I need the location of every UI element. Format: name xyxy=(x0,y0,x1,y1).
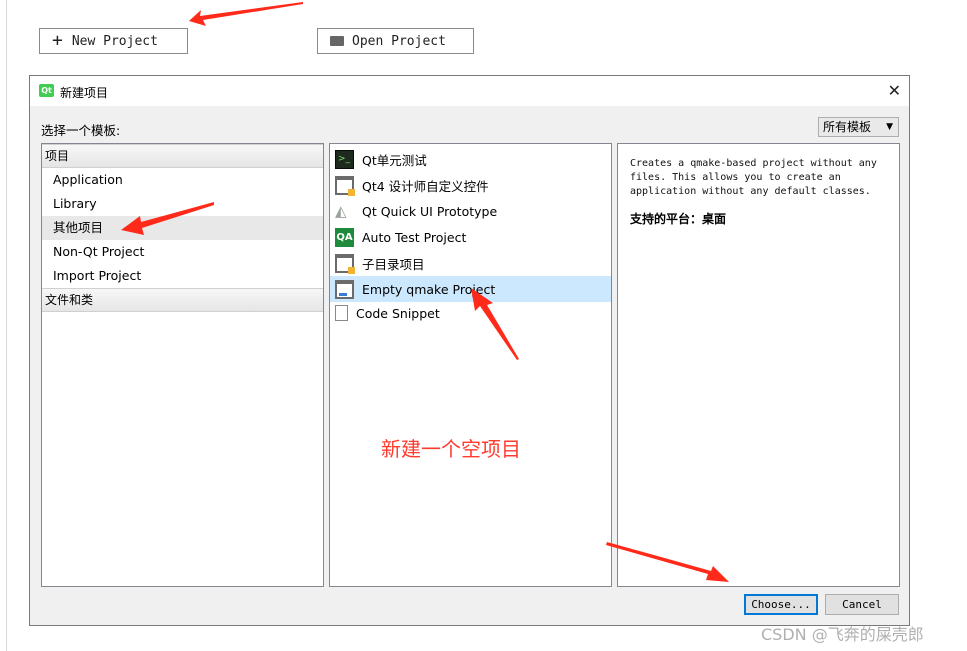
annotation-text: 新建一个空项目 xyxy=(381,437,521,461)
platforms-label: 支持的平台 xyxy=(630,212,691,226)
template-label: Auto Test Project xyxy=(362,229,467,245)
template-label: Qt Quick UI Prototype xyxy=(362,203,498,219)
category-panel: 项目 Application Library 其他项目 Non-Qt Proje… xyxy=(41,143,324,587)
qmake-icon xyxy=(335,279,354,299)
qa-icon: QA xyxy=(335,227,354,247)
template-filter-value: 所有模板 xyxy=(823,120,872,134)
category-item-other-projects[interactable]: 其他项目 xyxy=(42,216,323,240)
annotation-arrow-new-project xyxy=(189,2,303,26)
new-project-dialog: Qt 新建项目 ✕ 选择一个模板: 所有模板 ▼ 项目 Application … xyxy=(29,75,910,626)
terminal-icon: >_ xyxy=(335,149,354,169)
new-project-label: New Project xyxy=(71,33,158,49)
category-item-non-qt-project[interactable]: Non-Qt Project xyxy=(42,240,323,264)
open-project-label: Open Project xyxy=(352,33,446,49)
quick-ui-icon: ◭ xyxy=(335,201,347,220)
template-label: Qt单元测试 xyxy=(362,152,427,168)
close-icon[interactable]: ✕ xyxy=(888,81,901,100)
template-item-qt-unit-test[interactable]: >_ Qt单元测试 xyxy=(330,146,611,172)
open-project-button[interactable]: Open Project xyxy=(317,28,474,54)
template-panel: >_ Qt单元测试 Qt4 设计师自定义控件 ◭ Qt Quick UI Pro… xyxy=(329,143,612,587)
dialog-title: 新建项目 xyxy=(60,86,109,100)
dialog-titlebar: Qt 新建项目 ✕ xyxy=(30,76,909,106)
category-item-import-project[interactable]: Import Project xyxy=(42,264,323,288)
template-label: 子目录项目 xyxy=(362,256,425,272)
template-item-qt-quick-ui-prototype[interactable]: ◭ Qt Quick UI Prototype xyxy=(330,198,611,224)
template-item-auto-test-project[interactable]: QA Auto Test Project xyxy=(330,224,611,250)
snippet-icon xyxy=(335,305,348,321)
watermark-text: CSDN @飞奔的屎壳郎 xyxy=(761,625,924,644)
designer-widget-icon xyxy=(335,175,355,196)
template-item-code-snippet[interactable]: Code Snippet xyxy=(330,302,611,324)
qt-logo-icon: Qt xyxy=(39,84,54,97)
template-item-subdirs-project[interactable]: 子目录项目 xyxy=(330,250,611,276)
template-label: Empty qmake Project xyxy=(362,281,496,297)
chevron-down-icon: ▼ xyxy=(886,122,893,132)
choose-button[interactable]: Choose... xyxy=(744,594,818,615)
category-group-projects[interactable]: 项目 xyxy=(42,144,323,168)
new-project-button[interactable]: + New Project xyxy=(39,28,188,54)
template-label: Qt4 设计师自定义控件 xyxy=(362,178,489,194)
supported-platforms: 支持的平台：桌面 xyxy=(630,210,887,227)
category-item-application[interactable]: Application xyxy=(42,168,323,192)
category-group-files-classes[interactable]: 文件和类 xyxy=(42,288,323,312)
cancel-button[interactable]: Cancel xyxy=(825,594,899,615)
template-label: Code Snippet xyxy=(356,305,440,321)
subdirs-icon xyxy=(335,253,355,274)
folder-icon xyxy=(330,36,344,46)
description-panel: Creates a qmake-based project without an… xyxy=(617,143,900,587)
plus-icon: + xyxy=(52,30,63,51)
choose-template-label: 选择一个模板: xyxy=(41,123,121,138)
platforms-value: ：桌面 xyxy=(690,212,727,226)
welcome-left-border xyxy=(6,0,7,651)
template-filter-select[interactable]: 所有模板 ▼ xyxy=(818,117,899,137)
category-item-library[interactable]: Library xyxy=(42,192,323,216)
template-item-empty-qmake-project[interactable]: Empty qmake Project xyxy=(330,276,611,302)
template-description: Creates a qmake-based project without an… xyxy=(630,158,877,197)
template-item-qt4-designer-widget[interactable]: Qt4 设计师自定义控件 xyxy=(330,172,611,198)
